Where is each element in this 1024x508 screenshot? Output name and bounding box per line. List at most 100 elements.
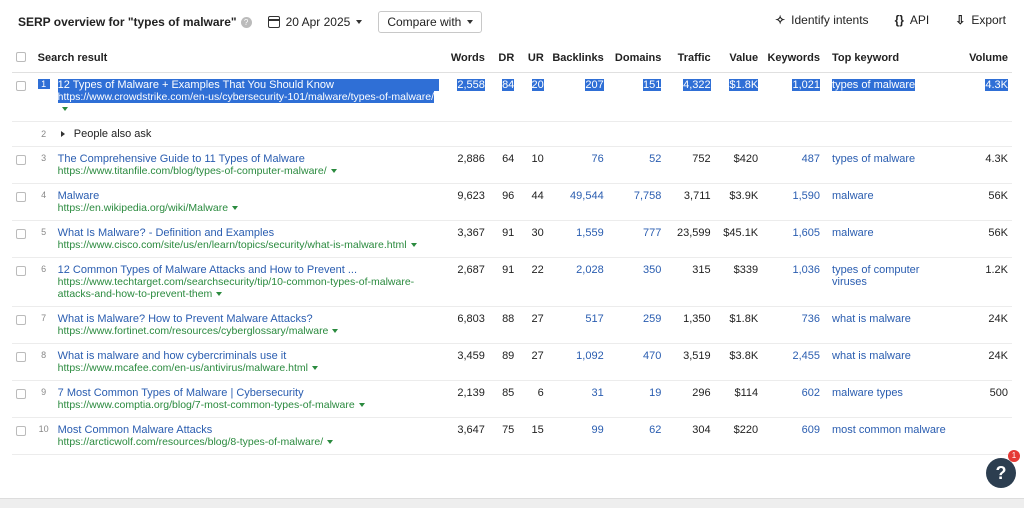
chevron-down-icon[interactable]: [232, 205, 239, 210]
domains-link[interactable]: 470: [643, 350, 661, 362]
api-button[interactable]: {} API: [895, 13, 930, 27]
chevron-down-icon[interactable]: [330, 168, 337, 173]
result-url-link[interactable]: https://www.techtarget.com/searchsecurit…: [58, 276, 415, 300]
keywords-link[interactable]: 609: [802, 424, 820, 436]
backlinks-link[interactable]: 1,092: [576, 350, 604, 362]
export-button[interactable]: ⇩ Export: [955, 13, 1006, 27]
col-domains[interactable]: Domains: [607, 44, 666, 73]
row-checkbox[interactable]: [16, 265, 26, 276]
result-title-link[interactable]: 12 Common Types of Malware Attacks and H…: [58, 264, 440, 276]
result-url-link[interactable]: https://www.mcafee.com/en-us/antivirus/m…: [58, 362, 308, 374]
table-row[interactable]: 7 What is Malware? How to Prevent Malwar…: [12, 306, 1012, 344]
keywords-link[interactable]: 487: [802, 153, 820, 165]
domains-link[interactable]: 259: [643, 313, 661, 325]
row-select[interactable]: [12, 146, 34, 184]
col-traffic[interactable]: Traffic: [665, 44, 715, 73]
top-keyword-link[interactable]: malware: [832, 190, 874, 202]
row-select[interactable]: [12, 306, 34, 344]
row-select[interactable]: [12, 417, 34, 455]
col-search-result[interactable]: Search result: [33, 44, 444, 73]
people-also-ask-row[interactable]: 2 People also ask: [12, 121, 1012, 147]
select-all-checkbox[interactable]: [16, 52, 26, 63]
domains-link[interactable]: 7,758: [634, 190, 662, 202]
table-row[interactable]: 9 7 Most Common Types of Malware | Cyber…: [12, 380, 1012, 418]
identify-intents-button[interactable]: ✧ Identify intents: [775, 13, 868, 27]
table-row[interactable]: 10 Most Common Malware Attacks https://a…: [12, 417, 1012, 455]
col-dr[interactable]: DR: [488, 44, 519, 73]
row-select[interactable]: [12, 343, 34, 381]
expand-arrow-icon[interactable]: [60, 130, 65, 137]
keywords-link[interactable]: 2,455: [792, 350, 820, 362]
row-checkbox[interactable]: [16, 154, 26, 165]
result-title-link[interactable]: Malware: [58, 190, 440, 202]
result-url-link[interactable]: https://www.cisco.com/site/us/en/learn/t…: [58, 239, 407, 251]
keywords-link[interactable]: 1,021: [792, 78, 821, 91]
top-keyword-link[interactable]: types of malware: [832, 78, 916, 91]
domains-link[interactable]: 52: [649, 153, 661, 165]
row-checkbox[interactable]: [16, 191, 26, 202]
domains-link[interactable]: 151: [643, 78, 662, 91]
col-value[interactable]: Value: [714, 44, 763, 73]
result-title-link[interactable]: What Is Malware? - Definition and Exampl…: [58, 227, 440, 239]
date-selector[interactable]: 20 Apr 2025: [267, 15, 363, 29]
col-volume[interactable]: Volume: [958, 44, 1012, 73]
keywords-link[interactable]: 1,590: [792, 190, 820, 202]
row-select[interactable]: [12, 257, 34, 307]
keywords-link[interactable]: 1,036: [792, 264, 820, 276]
backlinks-link[interactable]: 517: [585, 313, 603, 325]
result-url-link[interactable]: https://arcticwolf.com/resources/blog/8-…: [58, 436, 324, 448]
help-button[interactable]: ?: [986, 458, 1016, 488]
row-select[interactable]: [12, 380, 34, 418]
top-keyword-link[interactable]: most common malware: [832, 424, 946, 436]
keywords-link[interactable]: 736: [802, 313, 820, 325]
backlinks-link[interactable]: 2,028: [576, 264, 604, 276]
domains-link[interactable]: 62: [649, 424, 661, 436]
chevron-down-icon[interactable]: [410, 242, 417, 247]
row-checkbox[interactable]: [16, 388, 26, 399]
col-words[interactable]: Words: [443, 44, 489, 73]
table-row[interactable]: 5 What Is Malware? - Definition and Exam…: [12, 220, 1012, 258]
top-keyword-link[interactable]: types of malware: [832, 153, 915, 165]
row-checkbox[interactable]: [16, 228, 26, 239]
backlinks-link[interactable]: 49,544: [570, 190, 604, 202]
row-checkbox[interactable]: [16, 351, 26, 362]
chevron-down-icon[interactable]: [311, 365, 318, 370]
domains-link[interactable]: 19: [649, 387, 661, 399]
top-keyword-link[interactable]: types of computer viruses: [832, 264, 919, 288]
table-row[interactable]: 8 What is malware and how cybercriminals…: [12, 343, 1012, 381]
top-keyword-link[interactable]: what is malware: [832, 313, 911, 325]
backlinks-link[interactable]: 207: [585, 78, 604, 91]
domains-link[interactable]: 350: [643, 264, 661, 276]
top-keyword-link[interactable]: what is malware: [832, 350, 911, 362]
result-title-link[interactable]: 7 Most Common Types of Malware | Cyberse…: [58, 387, 440, 399]
backlinks-link[interactable]: 76: [591, 153, 603, 165]
backlinks-link[interactable]: 31: [591, 387, 603, 399]
table-row[interactable]: 6 12 Common Types of Malware Attacks and…: [12, 257, 1012, 307]
row-select[interactable]: [12, 220, 34, 258]
col-keywords[interactable]: Keywords: [762, 44, 825, 73]
backlinks-link[interactable]: 1,559: [576, 227, 604, 239]
table-row[interactable]: 3 The Comprehensive Guide to 11 Types of…: [12, 146, 1012, 184]
info-icon[interactable]: ?: [240, 16, 252, 28]
row-checkbox[interactable]: [16, 80, 26, 91]
table-row[interactable]: 1 12 Types of Malware + Examples That Yo…: [12, 72, 1012, 122]
chevron-down-icon[interactable]: [332, 328, 339, 333]
row-select[interactable]: [12, 183, 34, 221]
result-url-link[interactable]: https://www.crowdstrike.com/en-us/cybers…: [57, 90, 435, 103]
compare-with-button[interactable]: Compare with: [378, 11, 483, 33]
result-title-link[interactable]: 12 Types of Malware + Examples That You …: [57, 78, 440, 91]
domains-link[interactable]: 777: [643, 227, 661, 239]
top-keyword-link[interactable]: malware types: [832, 387, 903, 399]
col-top-keyword[interactable]: Top keyword: [824, 44, 959, 73]
row-checkbox[interactable]: [16, 314, 26, 325]
col-ur[interactable]: UR: [518, 44, 548, 73]
col-backlinks[interactable]: Backlinks: [547, 44, 608, 73]
result-title-link[interactable]: What is Malware? How to Prevent Malware …: [58, 313, 440, 325]
result-title-link[interactable]: What is malware and how cybercriminals u…: [58, 350, 440, 362]
table-row[interactable]: 4 Malware https://en.wikipedia.org/wiki/…: [12, 183, 1012, 221]
row-select[interactable]: [12, 72, 34, 122]
result-url-link[interactable]: https://www.titanfile.com/blog/types-of-…: [58, 165, 327, 177]
row-checkbox[interactable]: [16, 425, 26, 436]
result-url-link[interactable]: https://en.wikipedia.org/wiki/Malware: [58, 202, 228, 214]
chevron-down-icon[interactable]: [61, 106, 68, 111]
